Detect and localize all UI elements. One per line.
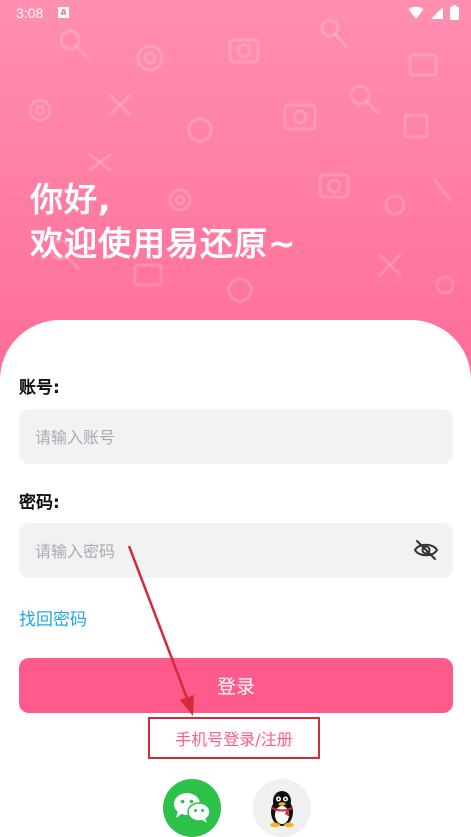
wechat-login-button[interactable]	[163, 779, 221, 837]
login-button[interactable]: 登录	[19, 658, 453, 713]
battery-icon	[450, 5, 459, 20]
wechat-icon	[174, 793, 211, 823]
login-screen: 3:08 A 你好, 欢迎使用易还原~ 账号: 密码: 找回密码 登录 手机号登…	[0, 0, 471, 837]
background-pattern	[28, 18, 455, 303]
account-field[interactable]	[19, 409, 453, 466]
qq-penguin-icon	[270, 791, 294, 828]
forgot-password-link[interactable]: 找回密码	[19, 605, 87, 630]
password-label: 密码:	[19, 493, 60, 513]
welcome-line-1: 你好,	[30, 180, 112, 219]
welcome-heading: 你好, 欢迎使用易还原~	[30, 178, 297, 266]
status-icons	[408, 5, 459, 20]
wifi-icon	[408, 6, 424, 19]
status-bar: 3:08 A	[0, 0, 471, 26]
password-input[interactable]	[33, 523, 397, 580]
account-label: 账号:	[19, 378, 60, 398]
password-field[interactable]	[19, 523, 453, 580]
account-input[interactable]	[33, 409, 397, 466]
phone-login-register-link[interactable]: 手机号登录/注册	[148, 717, 320, 759]
signal-icon	[431, 6, 443, 19]
qq-login-button[interactable]	[253, 779, 311, 837]
status-time: 3:08	[16, 5, 44, 21]
eye-hidden-icon[interactable]	[413, 538, 439, 562]
notification-badge: A	[58, 7, 69, 18]
welcome-line-2: 欢迎使用易还原~	[30, 224, 297, 263]
